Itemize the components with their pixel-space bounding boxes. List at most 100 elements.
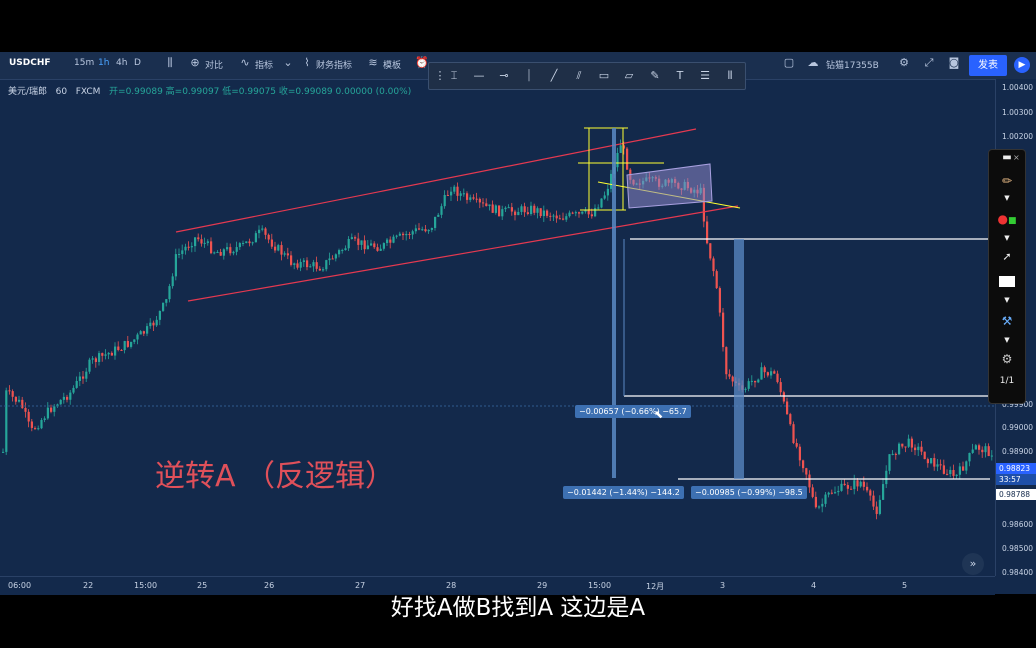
templates-icon[interactable]: ≋ xyxy=(366,56,380,70)
candle-body xyxy=(117,346,120,351)
alert-icon[interactable]: ⏰ xyxy=(415,56,429,70)
candle-body xyxy=(434,216,437,228)
candle-body xyxy=(878,499,881,514)
hammer-icon[interactable]: ⚒ xyxy=(995,314,1019,328)
pencil-icon[interactable]: ✏ xyxy=(995,174,1019,188)
candle-body xyxy=(795,443,798,447)
candle-body xyxy=(507,207,510,209)
candle-body xyxy=(146,326,149,334)
brush-icon[interactable]: ✎ xyxy=(647,68,663,84)
candle-body xyxy=(312,262,315,267)
candle-body xyxy=(34,427,37,429)
candle-body xyxy=(920,446,923,452)
horizontal-ray-icon[interactable]: ⊸ xyxy=(496,68,512,84)
white-swatch-icon[interactable] xyxy=(995,276,1019,290)
callout-icon[interactable]: ▱ xyxy=(621,68,637,84)
candle-body xyxy=(139,331,142,335)
candle-body xyxy=(712,258,715,272)
candle-body xyxy=(850,488,853,490)
candle-body xyxy=(568,212,571,217)
candle-body xyxy=(203,242,206,244)
measure-bar-1 xyxy=(612,128,616,478)
layout-icon[interactable]: ▢ xyxy=(782,56,796,70)
candle-body xyxy=(786,401,789,415)
fib-icon[interactable]: ☰ xyxy=(697,68,713,84)
chart-type-icon[interactable]: ⫼ xyxy=(163,56,177,70)
chevron-down-icon[interactable]: ▼ xyxy=(995,296,1019,304)
rectangle-icon[interactable]: ▭ xyxy=(596,68,612,84)
settings-gear-icon[interactable]: ⚙ xyxy=(897,56,911,70)
vertical-line-icon[interactable]: ⏐ xyxy=(521,68,537,84)
interval-1h[interactable]: 1h xyxy=(98,58,109,68)
candle-body xyxy=(578,212,581,214)
gear-icon[interactable]: ⚙ xyxy=(995,352,1019,366)
cloud-icon[interactable]: ☁ xyxy=(806,56,820,70)
candle-body xyxy=(245,241,248,244)
play-icon[interactable]: ▶ xyxy=(1014,57,1030,73)
gann-icon[interactable]: ⦀ xyxy=(722,68,738,84)
candle-body xyxy=(523,206,526,213)
candle-body xyxy=(274,246,277,251)
candle-body xyxy=(901,443,904,447)
candle-body xyxy=(898,443,901,455)
candle-body xyxy=(930,458,933,464)
legend-name: 美元/瑞郎 xyxy=(8,87,48,97)
fullscreen-icon[interactable]: ⤢ xyxy=(922,56,936,70)
candle-body xyxy=(757,379,760,383)
candle-body xyxy=(776,373,779,383)
cursor-tool-icon[interactable]: ⌶ xyxy=(446,68,462,84)
candle-body xyxy=(533,205,536,213)
compare-button[interactable]: 对比 xyxy=(205,58,223,71)
candle-body xyxy=(190,246,193,248)
color-picker-icon[interactable]: ●■ xyxy=(995,212,1019,226)
candle-body xyxy=(530,205,533,215)
candle-body xyxy=(309,266,312,268)
chevron-down-icon[interactable]: ⌄ xyxy=(281,56,295,70)
candle-body xyxy=(981,449,984,453)
text-icon[interactable]: T xyxy=(672,68,688,84)
price-chart[interactable] xyxy=(0,52,1036,594)
candle-body xyxy=(238,243,241,248)
candle-body xyxy=(546,210,549,216)
compare-icon[interactable]: ⊕ xyxy=(188,56,202,70)
chevron-down-icon[interactable]: ▼ xyxy=(995,336,1019,344)
line-price-tag: 0.98788 xyxy=(996,489,1036,500)
candle-body xyxy=(731,376,734,382)
indicators-button[interactable]: 指标 xyxy=(255,58,273,71)
camera-icon[interactable]: ◙ xyxy=(947,56,961,70)
candle-body xyxy=(584,210,587,212)
horizontal-line-icon[interactable]: — xyxy=(471,68,487,84)
close-icon[interactable]: × xyxy=(1013,153,1020,162)
financials-icon[interactable]: ⌇ xyxy=(300,56,314,70)
trend-line-icon[interactable]: ╱ xyxy=(546,68,562,84)
pointer-icon[interactable]: ➚ xyxy=(995,250,1019,263)
candle-body xyxy=(894,453,897,455)
candle-body xyxy=(8,390,11,392)
candle-body xyxy=(472,197,475,199)
templates-button[interactable]: 模板 xyxy=(383,58,401,71)
interval-4h[interactable]: 4h xyxy=(116,58,127,68)
publish-button[interactable]: 发表 xyxy=(969,55,1007,76)
interval-d[interactable]: D xyxy=(134,58,141,68)
indicators-icon[interactable]: ∿ xyxy=(238,56,252,70)
account-label[interactable]: 钻猫17355B xyxy=(826,58,879,71)
scroll-to-realtime-button[interactable]: » xyxy=(962,553,984,575)
candle-body xyxy=(251,242,254,244)
parallel-channel-icon[interactable]: ⫽ xyxy=(571,68,587,84)
candle-body xyxy=(766,372,769,376)
candle-body xyxy=(574,212,577,214)
financials-button[interactable]: 财务指标 xyxy=(316,58,352,71)
candle-body xyxy=(200,239,203,244)
interval-15m[interactable]: 15m xyxy=(74,58,94,68)
candle-body xyxy=(459,193,462,196)
symbol-label[interactable]: USDCHF xyxy=(9,58,51,68)
candle-body xyxy=(562,218,565,220)
chart-area[interactable] xyxy=(0,52,1036,594)
chevron-down-icon[interactable]: ▼ xyxy=(995,194,1019,202)
candle-body xyxy=(859,481,862,487)
candle-body xyxy=(174,254,177,277)
candle-body xyxy=(331,258,334,260)
chevron-down-icon[interactable]: ▼ xyxy=(995,234,1019,242)
chart-annotation: 逆转A （反逻辑） xyxy=(155,459,396,494)
candle-body xyxy=(869,490,872,496)
